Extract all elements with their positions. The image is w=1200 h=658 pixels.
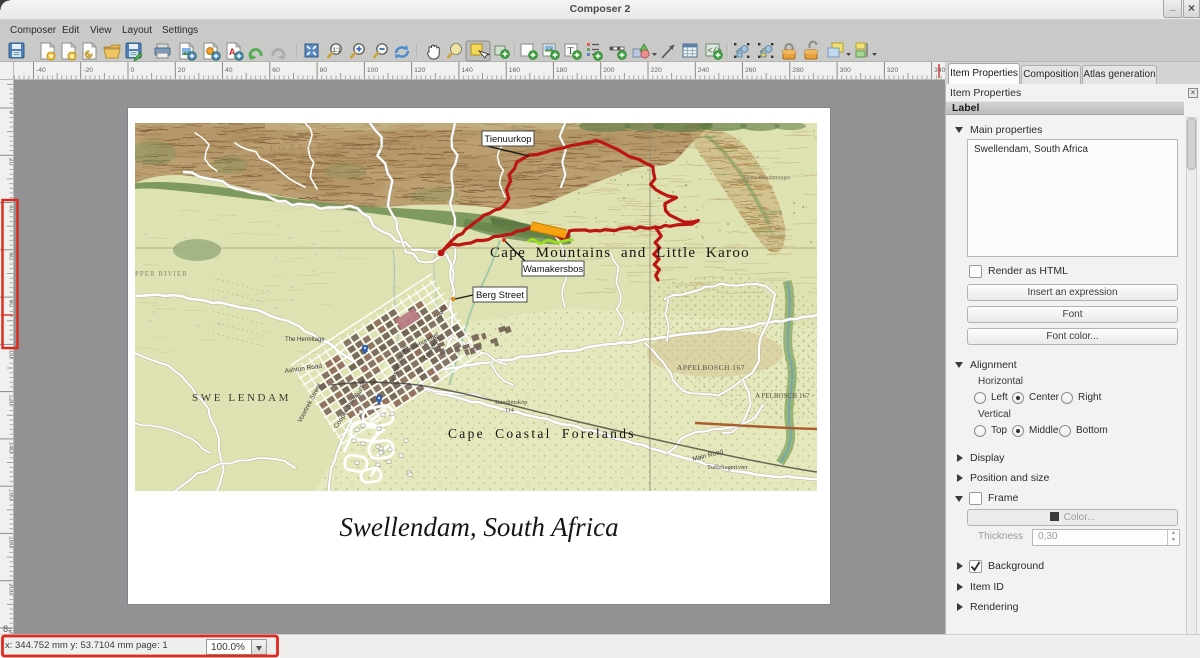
svg-text:180: 180 xyxy=(556,67,568,74)
svg-text:Berg Street: Berg Street xyxy=(476,290,524,301)
svg-text:Cape Mountains and Little Karo: Cape Mountains and Little Karoo xyxy=(490,245,750,261)
svg-text:The Hermitage: The Hermitage xyxy=(285,337,325,343)
svg-text:1:1: 1:1 xyxy=(333,48,342,54)
svg-text:320: 320 xyxy=(887,67,899,74)
svg-text:SWE LENDAM: SWE LENDAM xyxy=(192,392,291,404)
svg-text:Bandietskop: Bandietskop xyxy=(495,399,528,406)
svg-text:20: 20 xyxy=(178,67,186,74)
svg-text:160: 160 xyxy=(509,67,521,74)
svg-text:280: 280 xyxy=(792,67,804,74)
svg-text:PPER RIVIER: PPER RIVIER xyxy=(135,270,188,278)
svg-text:300: 300 xyxy=(840,67,852,74)
svg-text:200: 200 xyxy=(603,67,615,74)
svg-text:·114: ·114 xyxy=(503,408,514,414)
svg-text:Spare-noschmoogte: Spare-noschmoogte xyxy=(743,175,791,181)
svg-text:140: 140 xyxy=(461,67,473,74)
svg-text:-20: -20 xyxy=(83,67,93,74)
svg-text:FOREST RESERVE 169: FOREST RESERVE 169 xyxy=(270,142,428,152)
svg-text:Wamakersbos: Wamakersbos xyxy=(523,264,584,275)
svg-text:Tuffeliagerivier: Tuffeliagerivier xyxy=(707,464,749,471)
svg-text:0: 0 xyxy=(131,67,135,74)
svg-text:220: 220 xyxy=(651,67,663,74)
svg-text:120: 120 xyxy=(414,67,426,74)
svg-text:-40: -40 xyxy=(36,67,46,74)
svg-text:240: 240 xyxy=(698,67,710,74)
svg-text:APPELBOSCH 167: APPELBOSCH 167 xyxy=(677,363,745,372)
svg-text:80: 80 xyxy=(320,67,328,74)
svg-text:60: 60 xyxy=(272,67,280,74)
svg-text:Tienuurkop: Tienuurkop xyxy=(484,134,531,145)
svg-text:260: 260 xyxy=(745,67,757,74)
svg-text:40: 40 xyxy=(225,67,233,74)
svg-text:A PELBOSCH 167: A PELBOSCH 167 xyxy=(755,392,810,400)
svg-text:100: 100 xyxy=(367,67,379,74)
svg-text:Cape Coastal Forelands: Cape Coastal Forelands xyxy=(448,426,636,441)
